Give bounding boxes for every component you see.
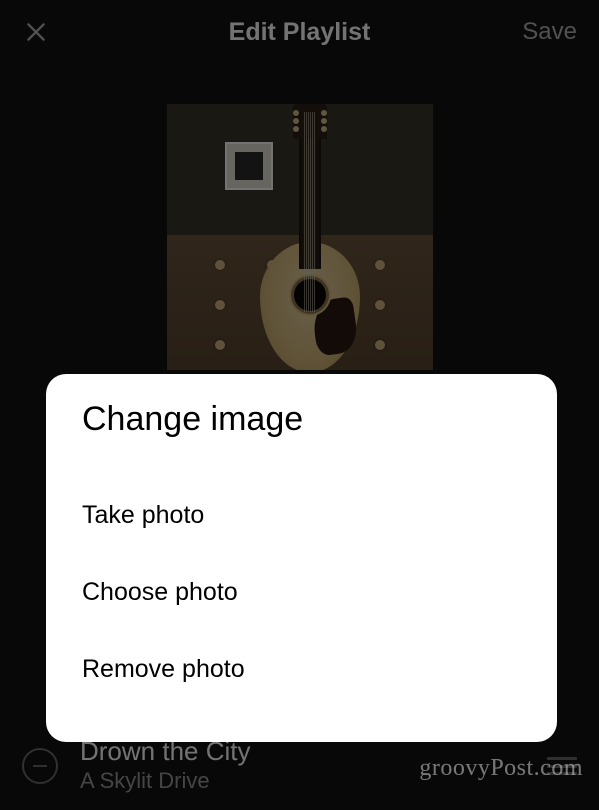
remove-photo-option[interactable]: Remove photo: [82, 631, 521, 708]
watermark: groovyPost.com: [419, 755, 583, 782]
change-image-sheet: Change image Take photo Choose photo Rem…: [46, 374, 557, 742]
choose-photo-option[interactable]: Choose photo: [82, 554, 521, 631]
sheet-title: Change image: [82, 400, 521, 439]
take-photo-option[interactable]: Take photo: [82, 477, 521, 554]
